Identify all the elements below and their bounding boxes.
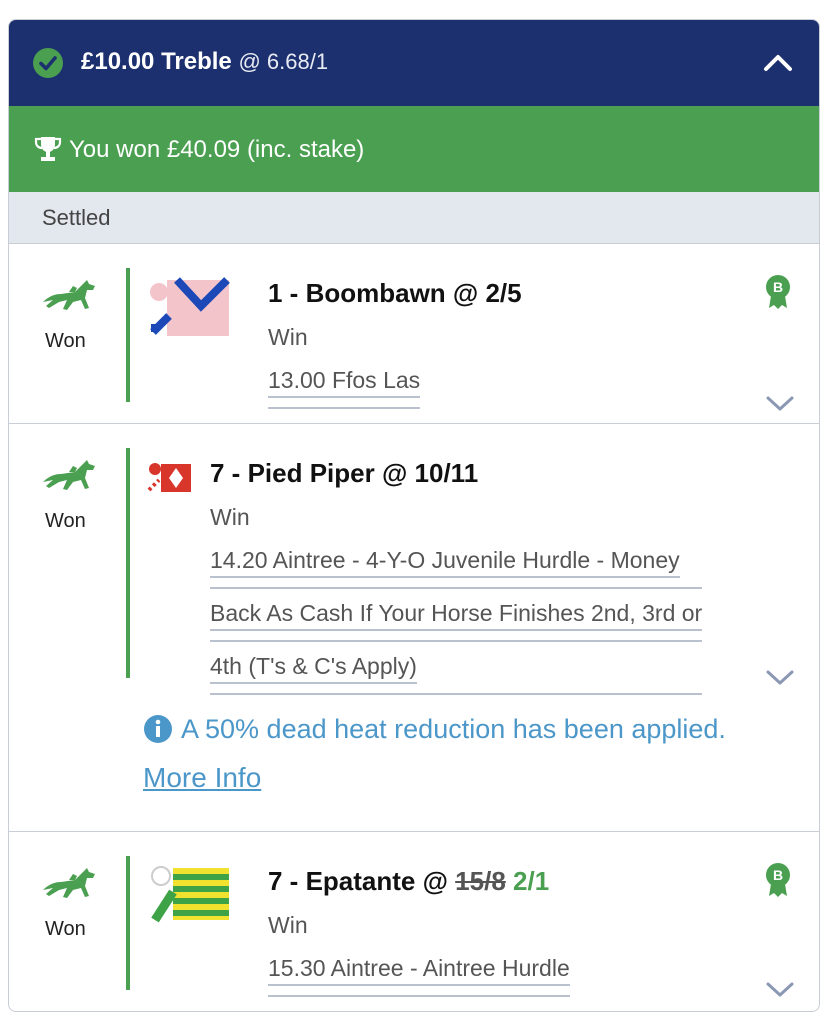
svg-text:B: B [773, 279, 783, 295]
result-banner: You won £40.09 (inc. stake) [9, 106, 819, 192]
event-name[interactable]: 15.30 Aintree - Aintree Hurdle [268, 944, 570, 997]
check-circle-icon [33, 48, 63, 78]
boost-badge-icon: B [766, 863, 790, 897]
selection-label: 7 - Epatante @ [268, 866, 456, 896]
leg-status: Won [45, 330, 86, 352]
leg-row[interactable]: Won 7 - Epatante @ 15/8 2/1 Win 15.30 Ai… [9, 832, 819, 1011]
chevron-down-icon[interactable] [765, 668, 795, 688]
selection-name: 1 - Boombawn @ 2/5 [268, 278, 522, 308]
boost-badge-icon: B [766, 275, 790, 309]
event-line[interactable]: 15.30 Aintree - Aintree Hurdle [268, 955, 570, 986]
racing-horse-icon [43, 460, 95, 490]
more-info-link[interactable]: More Info [143, 762, 261, 794]
event-line[interactable]: 14.20 Aintree - 4-Y-O Juvenile Hurdle - … [210, 547, 680, 578]
leg-row[interactable]: Won 1 - Boombawn @ 2/5 Win 13.00 Ffos La… [9, 244, 819, 424]
selection-name: 7 - Pied Piper @ 10/11 [210, 458, 479, 488]
chevron-down-icon[interactable] [765, 394, 795, 414]
status-bar [126, 448, 130, 678]
event-line[interactable]: 4th (T's & C's Apply) [210, 653, 417, 684]
leg-status: Won [45, 918, 86, 940]
trophy-icon [34, 137, 62, 161]
svg-text:B: B [773, 867, 783, 883]
event-name[interactable]: 13.00 Ffos Las [268, 356, 421, 409]
jockey-silk-icon [151, 866, 229, 923]
event-line[interactable]: Back As Cash If Your Horse Finishes 2nd,… [210, 600, 703, 631]
section-header: Settled [9, 192, 819, 244]
racing-horse-icon [43, 280, 95, 310]
section-label: Settled [42, 205, 111, 230]
market-type: Win [268, 324, 308, 350]
bet-stake: £10.00 Treble [81, 48, 232, 75]
bet-card: £10.00 Treble @ 6.68/1 You won £40.09 (i… [8, 19, 820, 1012]
status-bar [126, 856, 130, 990]
info-icon [144, 715, 172, 743]
dead-heat-message: A 50% dead heat reduction has been appli… [181, 714, 726, 744]
selection-name: 7 - Epatante @ 15/8 2/1 [268, 866, 549, 897]
event-line[interactable]: 13.00 Ffos Las [268, 367, 421, 398]
status-bar [126, 268, 130, 402]
bet-title: £10.00 Treble @ 6.68/1 [81, 48, 328, 76]
event-name[interactable]: 14.20 Aintree - 4-Y-O Juvenile Hurdle - … [210, 536, 703, 695]
bet-header[interactable]: £10.00 Treble @ 6.68/1 [9, 20, 819, 106]
new-odds: 2/1 [513, 866, 550, 896]
jockey-silk-icon [150, 277, 230, 336]
market-type: Win [268, 912, 308, 938]
bet-odds: @ 6.68/1 [238, 49, 329, 74]
jockey-silk-icon [147, 463, 191, 492]
racing-horse-icon [43, 868, 95, 898]
chevron-up-icon[interactable] [761, 50, 795, 74]
leg-status: Won [45, 510, 86, 532]
chevron-down-icon[interactable] [765, 980, 795, 1000]
leg-row[interactable]: Won 7 - Pied Piper @ 10/11 Win 14.20 Ain… [9, 424, 819, 832]
old-odds: 15/8 [455, 866, 506, 896]
result-text: You won £40.09 (inc. stake) [69, 136, 365, 163]
market-type: Win [210, 504, 250, 530]
